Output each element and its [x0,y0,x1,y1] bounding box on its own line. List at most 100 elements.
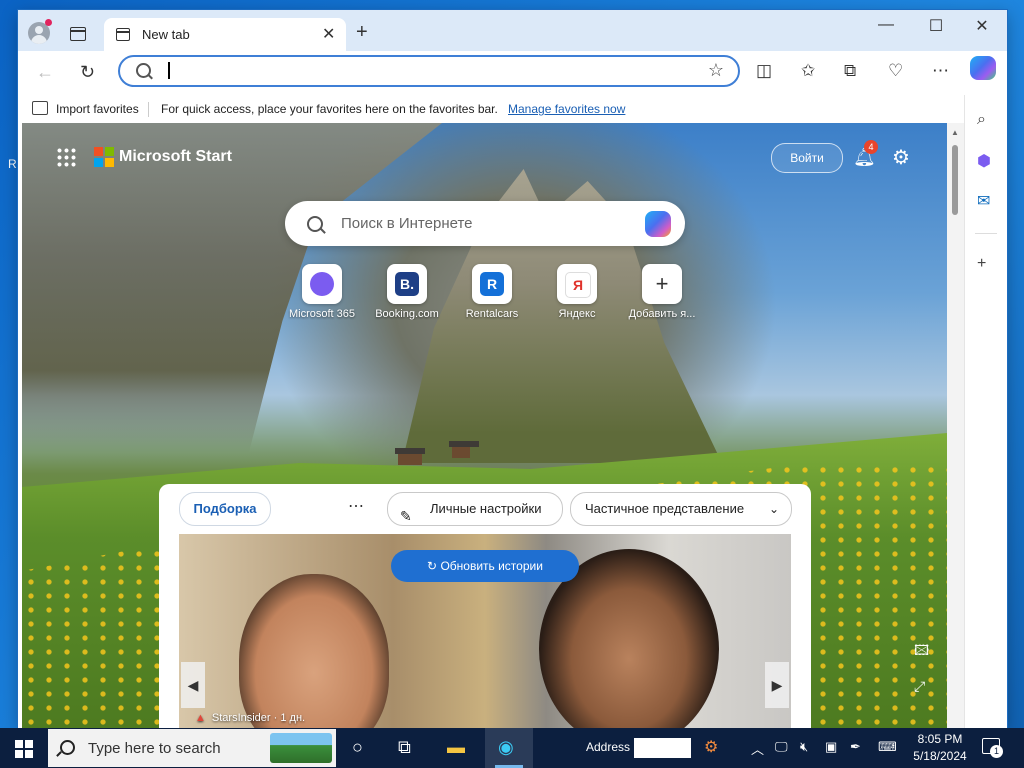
quick-link-label: Microsoft 365 [288,308,356,320]
quick-link-tile[interactable]: Microsoft 365 [277,264,367,320]
search-icon [136,63,151,78]
new-tab-button[interactable]: + [356,21,368,44]
favorites-bar: Import favorites For quick access, place… [18,95,1007,123]
import-favorites-button[interactable]: Import favorites [56,102,139,116]
refresh-stories-button[interactable]: ↻ Обновить истории [391,550,579,582]
file-explorer-icon[interactable]: ▬ [447,737,465,758]
close-window-button[interactable]: ✕ [962,16,1002,36]
rentalcars-icon: R [480,272,504,296]
news-feed-panel: Подборка ⋯ ✎ Личные настройки Частичное … [159,484,811,728]
quick-link-label: Добавить я... [628,308,696,320]
outlook-icon[interactable]: ✉ [977,191,990,211]
view-layout-label: Частичное представление [585,501,745,516]
favorites-icon[interactable]: ✩ [801,61,815,81]
m365-icon[interactable]: ⬢ [977,151,991,171]
personalize-button[interactable]: ✎ Личные настройки [387,492,563,526]
more-options-icon[interactable]: ⋯ [348,496,364,516]
tray-app-icon[interactable]: ⚙ [704,737,718,757]
tab-featured[interactable]: Подборка [179,492,271,526]
volume-muted-icon[interactable]: 🔇︎ [800,739,808,755]
quick-link-tile[interactable]: Я Яндекс [532,264,622,320]
add-icon: + [650,272,674,296]
browser-essentials-icon[interactable]: ♡ [888,61,903,81]
copilot-search-icon[interactable] [645,211,671,237]
close-tab-icon[interactable]: ✕ [322,24,335,44]
browser-toolbar: ← ↻ ☆ ◫ ✩ ⧉ ♡ ⋯ [18,51,1007,95]
notification-badge: 4 [864,140,878,154]
sign-in-button[interactable]: Войти [771,143,843,173]
show-hidden-icons-icon[interactable]: ︿ [751,739,764,758]
add-sidebar-app-icon[interactable]: + [977,255,986,273]
favorite-star-icon[interactable]: ☆ [708,60,724,81]
yandex-icon: Я [565,272,591,298]
address-toolbar-input[interactable] [634,738,691,758]
refresh-stories-label: Обновить истории [440,559,543,573]
search-icon[interactable]: ⌕ [977,111,986,129]
expand-icon[interactable]: ⤢ [914,678,925,695]
collections-icon[interactable]: ⧉ [844,61,856,81]
tab-actions-icon[interactable] [70,27,86,41]
display-icon[interactable]: ▣ [825,739,837,755]
pen-icon[interactable]: ✒ [850,739,861,755]
booking-icon: B. [395,272,419,296]
story-carousel[interactable]: ↻ Обновить истории ◀ ▶ ▲ StarsInsider · 1… [179,534,791,728]
minimize-button[interactable]: — [866,16,906,34]
search-icon [60,740,75,755]
add-quick-link-tile[interactable]: + Добавить я... [617,264,707,320]
back-button[interactable]: ← [36,62,54,83]
taskbar-search-box[interactable]: Type here to search [48,729,336,767]
taskbar-search-input[interactable]: Type here to search [88,740,221,757]
search-icon [307,216,323,232]
taskbar: Type here to search ○ ⧉ ▬ ◉ Address ⚙ ︿ … [0,728,1024,768]
web-search-box[interactable]: Поиск в Интернете [285,201,685,246]
favorites-divider [148,102,149,117]
quick-link-tile[interactable]: B. Booking.com [362,264,452,320]
address-bar[interactable]: ☆ [118,55,740,87]
edge-icon[interactable]: ◉ [498,737,514,758]
story-source[interactable]: ▲ StarsInsider · 1 дн. [195,712,305,724]
quick-link-label: Яндекс [558,308,596,320]
carousel-prev-button[interactable]: ◀ [181,662,205,708]
m365-icon [310,272,334,296]
chevron-down-icon: ⌄ [768,502,779,516]
windows-start-icon[interactable] [15,740,33,758]
tab-new-tab[interactable]: New tab ✕ [104,18,346,51]
scroll-thumb[interactable] [952,145,958,215]
text-caret [168,62,170,79]
more-menu-icon[interactable]: ⋯ [932,61,949,81]
story-source-label: StarsInsider · 1 дн. [211,712,306,724]
settings-gear-icon[interactable]: ⚙ [892,145,910,170]
page-scrollbar[interactable]: ▲ [947,123,964,728]
quick-link-tile[interactable]: R Rentalcars [447,264,537,320]
maximize-button[interactable]: ☐ [916,16,956,36]
manage-favorites-link[interactable]: Manage favorites now [508,102,625,116]
scroll-up-arrow[interactable]: ▲ [951,128,959,137]
source-warning-icon: ▲ [195,712,206,724]
copilot-icon[interactable] [970,56,996,80]
personalize-icon: ✎ [400,508,412,524]
refresh-icon: ↻ [427,559,441,573]
clock-date[interactable]: 5/18/2024 [906,749,974,763]
title-bar: New tab ✕ + — ☐ ✕ [18,10,1007,51]
cortana-icon[interactable]: ○ [352,737,363,758]
view-layout-dropdown[interactable]: Частичное представление ⌄ [570,492,792,526]
new-tab-page: Microsoft Start Войти 🔔︎ 4 ⚙ Поиск в Инт… [22,123,947,728]
keyboard-icon[interactable]: ⌨ [878,739,897,755]
edge-window: New tab ✕ + — ☐ ✕ ← ↻ ☆ ◫ ✩ ⧉ ♡ ⋯ Import… [18,10,1007,728]
task-view-icon[interactable]: ⧉ [398,737,411,758]
tab-label: New tab [142,27,190,42]
background-image-icon[interactable]: 🖾 [914,640,929,664]
search-highlight-image [270,733,332,763]
apps-launcher-icon[interactable] [56,147,76,167]
favorites-hint-text: For quick access, place your favorites h… [161,102,498,116]
background-hut [449,441,479,458]
split-screen-icon[interactable]: ◫ [756,61,772,81]
brand-title[interactable]: Microsoft Start [119,148,232,166]
clock-time[interactable]: 8:05 PM [916,732,964,746]
address-toolbar-label: Address [586,740,631,754]
carousel-next-button[interactable]: ▶ [765,662,789,708]
network-icon[interactable]: 🖵︎ [775,739,788,755]
desktop-edge-letter: R [8,157,17,171]
web-search-input[interactable]: Поиск в Интернете [341,215,473,232]
refresh-button[interactable]: ↻ [80,62,95,83]
